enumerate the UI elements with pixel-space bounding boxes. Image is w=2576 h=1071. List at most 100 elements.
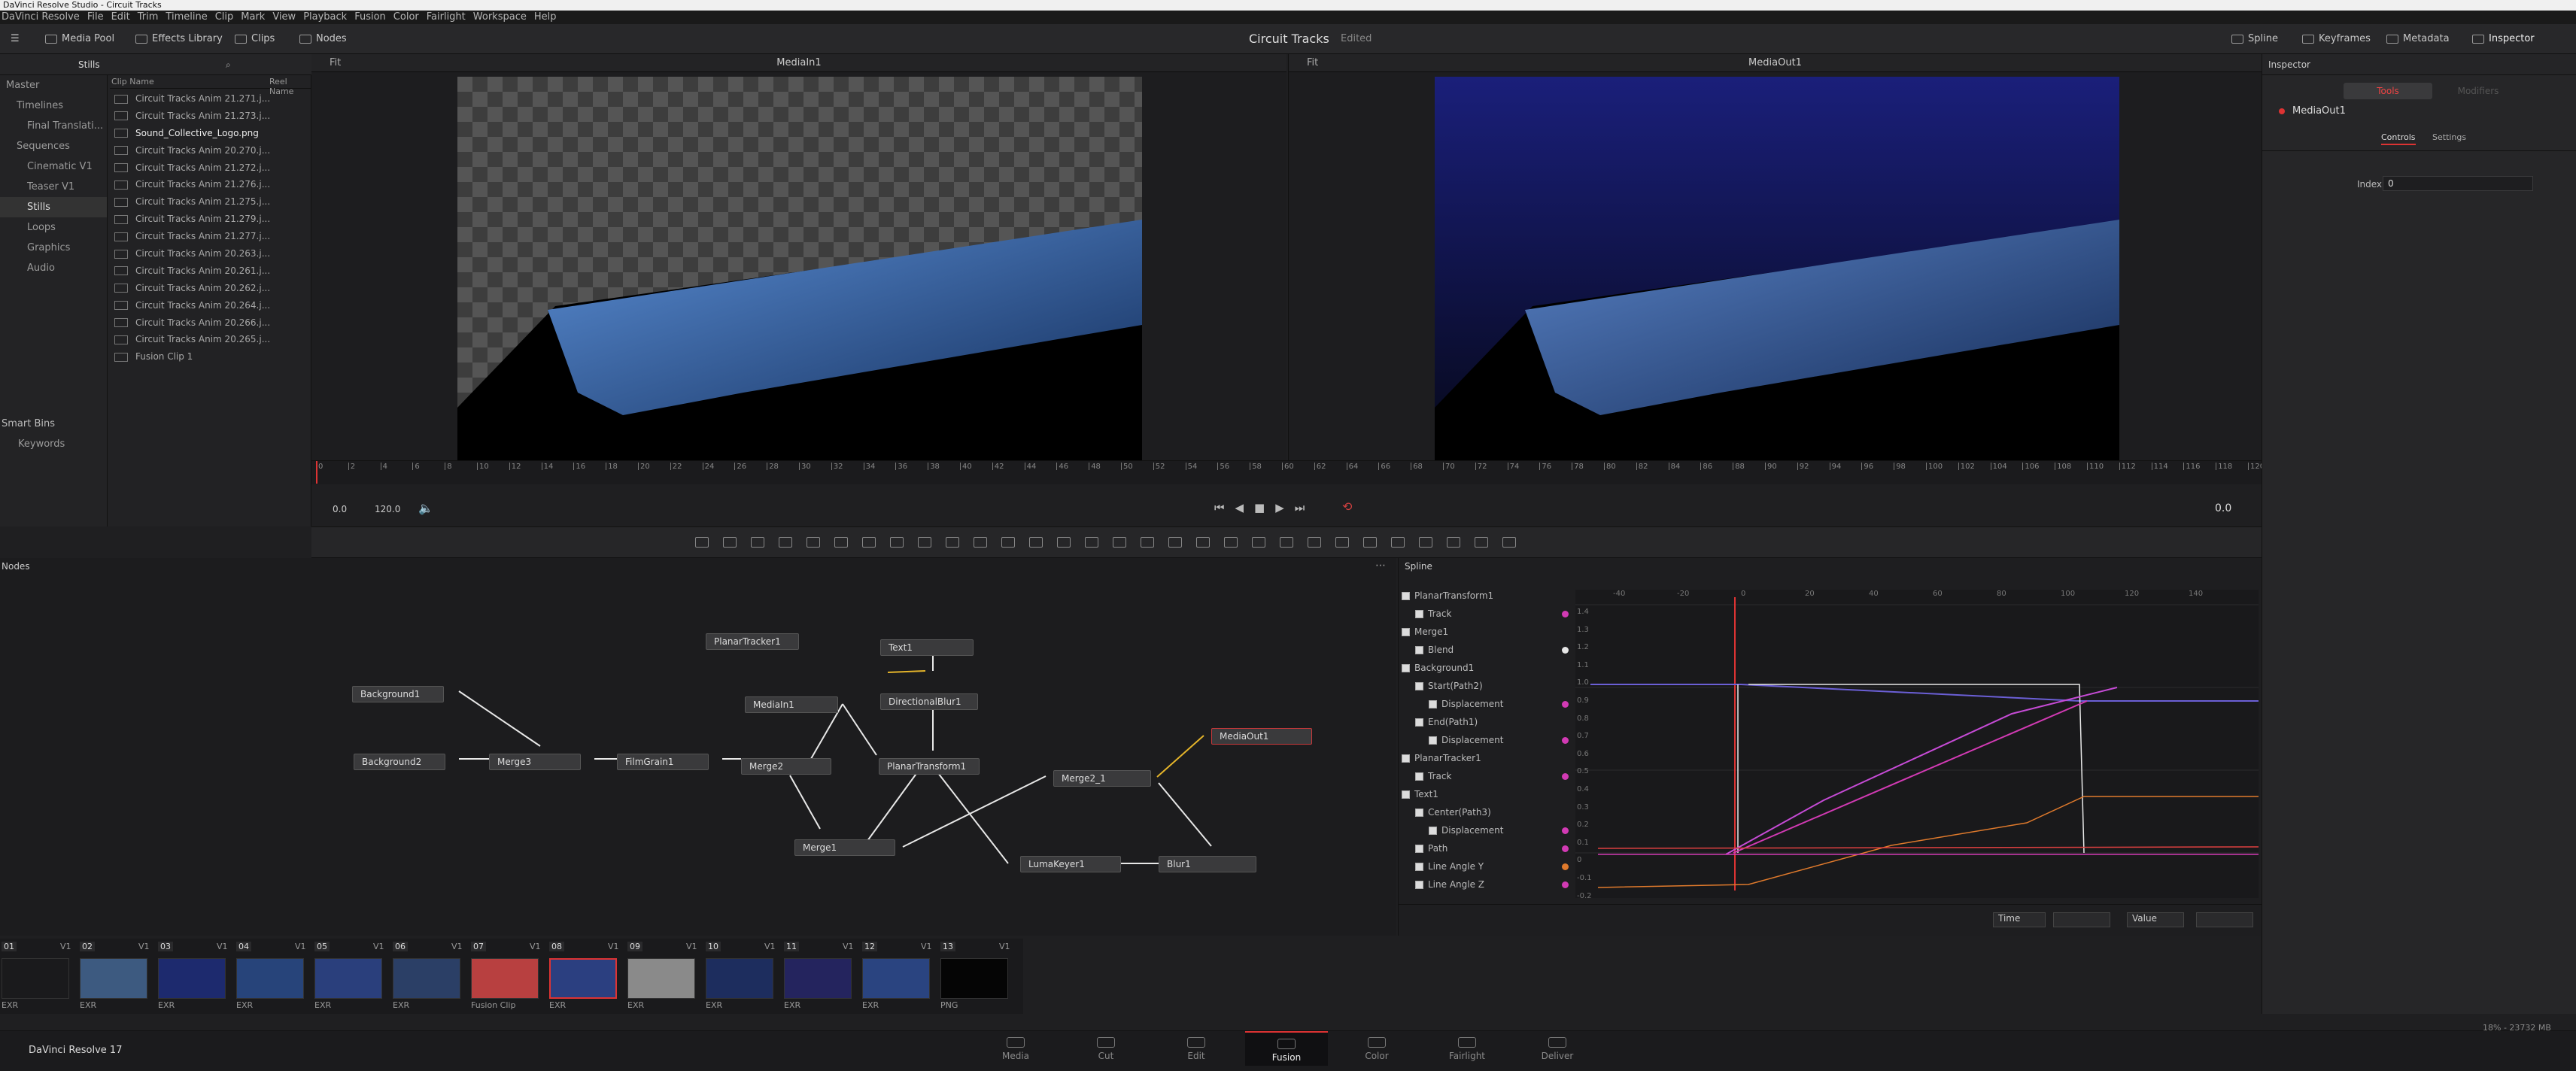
spline-row[interactable]: Line Angle Z (1402, 875, 1573, 894)
spline-checkbox[interactable] (1402, 628, 1410, 636)
fusion-tool-icon[interactable] (1308, 537, 1321, 548)
sidebar-toggle-icon[interactable]: ☰ (11, 24, 20, 54)
spline-checkbox[interactable] (1415, 682, 1423, 690)
fusion-tool-icon[interactable] (1335, 537, 1349, 548)
menu-item-clip[interactable]: Clip (215, 11, 234, 23)
clip-thumbnail[interactable] (471, 958, 539, 999)
fusion-tool-icon[interactable] (1475, 537, 1488, 548)
spline-checkbox[interactable] (1429, 700, 1437, 708)
node-merge3[interactable]: Merge3 (489, 754, 581, 770)
clip-item[interactable]: Circuit Tracks Anim 21.279.j... (108, 211, 311, 228)
time-field[interactable] (2053, 912, 2110, 927)
right-viewer-image[interactable] (1435, 77, 2119, 460)
bin-item[interactable]: Master (0, 75, 107, 96)
node-blur1[interactable]: Blur1 (1159, 856, 1256, 872)
playhead-marker[interactable] (316, 461, 317, 484)
spline-checkbox[interactable] (1402, 754, 1410, 763)
fusion-tool-icon[interactable] (1252, 537, 1265, 548)
clip-thumbnail[interactable] (80, 958, 147, 999)
fusion-tool-icon[interactable] (1057, 537, 1071, 548)
page-tab-media[interactable]: Media (974, 1037, 1057, 1061)
fusion-tool-icon[interactable] (1141, 537, 1154, 548)
spline-checkbox[interactable] (1415, 809, 1423, 817)
clip-item[interactable]: Circuit Tracks Anim 20.270.j... (108, 142, 311, 159)
spline-checkbox[interactable] (1415, 863, 1423, 871)
bin-item[interactable]: Loops (0, 217, 107, 238)
bin-item[interactable]: Graphics (0, 238, 107, 258)
fusion-tool-icon[interactable] (1447, 537, 1460, 548)
fusion-tool-icon[interactable] (1419, 537, 1432, 548)
fusion-tool-icon[interactable] (1029, 537, 1043, 548)
bin-item[interactable]: Final Translati... (0, 116, 107, 136)
node-planartracker1[interactable]: PlanarTracker1 (706, 633, 799, 650)
page-tab-edit[interactable]: Edit (1155, 1037, 1238, 1061)
clip-thumbnail[interactable] (706, 958, 773, 999)
fusion-tool-icon[interactable] (974, 537, 987, 548)
value-dropdown[interactable]: Value (2127, 912, 2184, 927)
spline-button[interactable]: Spline (2231, 24, 2278, 54)
fusion-tool-icon[interactable] (1224, 537, 1238, 548)
spline-checkbox[interactable] (1415, 845, 1423, 853)
inspector-button[interactable]: Inspector (2472, 24, 2535, 54)
page-tab-color[interactable]: Color (1335, 1037, 1418, 1061)
spline-row[interactable]: Line Angle Y (1402, 857, 1573, 875)
frame-ruler[interactable]: 0 2 4 6 8 10 12 14 16 18 20 22 24 26 28 30 32 34 36 38 40 42 4… (311, 460, 2265, 484)
menu-item-playback[interactable]: Playback (303, 11, 347, 23)
keyframes-button[interactable]: Keyframes (2302, 24, 2371, 54)
bin-item[interactable]: Stills (0, 197, 107, 217)
spline-row[interactable]: Text1 (1402, 785, 1573, 803)
index-field[interactable]: 0 (2383, 176, 2533, 191)
node-planartransform1[interactable]: PlanarTransform1 (879, 758, 980, 775)
fusion-tool-icon[interactable] (695, 537, 709, 548)
menu-item-davinci-resolve[interactable]: DaVinci Resolve (2, 11, 80, 23)
clip-thumbnail[interactable] (393, 958, 460, 999)
fusion-tool-icon[interactable] (918, 537, 931, 548)
spline-row[interactable]: Blend (1402, 641, 1573, 659)
clip-item[interactable]: Circuit Tracks Anim 20.266.j... (108, 314, 311, 332)
spline-checkbox[interactable] (1415, 718, 1423, 727)
spline-row[interactable]: Displacement (1402, 731, 1573, 749)
node-text1[interactable]: Text1 (880, 639, 974, 656)
fusion-tool-icon[interactable] (1196, 537, 1210, 548)
menu-item-mark[interactable]: Mark (241, 11, 265, 23)
spline-checkbox[interactable] (1429, 827, 1437, 835)
page-tab-deliver[interactable]: Deliver (1516, 1037, 1599, 1061)
node-lumakeyer1[interactable]: LumaKeyer1 (1020, 856, 1121, 872)
node-merge2[interactable]: Merge2 (741, 758, 831, 775)
spline-checkbox[interactable] (1415, 772, 1423, 781)
clips-button[interactable]: Clips (235, 24, 275, 54)
spline-row[interactable]: PlanarTracker1 (1402, 749, 1573, 767)
fusion-tool-icon[interactable] (807, 537, 820, 548)
fusion-tool-icon[interactable] (1280, 537, 1293, 548)
node-background2[interactable]: Background2 (354, 754, 445, 770)
page-tab-fusion[interactable]: Fusion (1245, 1031, 1328, 1066)
fusion-tool-icon[interactable] (751, 537, 764, 548)
spline-row[interactable]: Start(Path2) (1402, 677, 1573, 695)
fusion-tool-icon[interactable] (1085, 537, 1098, 548)
fusion-tool-icon[interactable] (779, 537, 792, 548)
spline-row[interactable]: Displacement (1402, 821, 1573, 839)
clip-thumbnail[interactable] (158, 958, 226, 999)
node-background1[interactable]: Background1 (352, 686, 444, 702)
clip-item[interactable]: Fusion Clip 1 (108, 348, 311, 366)
clip-thumbnail[interactable] (236, 958, 304, 999)
clip-thumbnail[interactable] (549, 958, 617, 999)
media-pool-button[interactable]: Media Pool (45, 24, 114, 54)
clip-thumbnail[interactable] (784, 958, 852, 999)
spline-row[interactable]: Displacement (1402, 695, 1573, 713)
clip-thumbnail[interactable] (940, 958, 1008, 999)
clip-item[interactable]: Circuit Tracks Anim 20.263.j... (108, 245, 311, 262)
bin-item[interactable]: Audio (0, 258, 107, 278)
clip-item[interactable]: Circuit Tracks Anim 20.261.j... (108, 262, 311, 280)
menu-item-edit[interactable]: Edit (111, 11, 130, 23)
bin-item[interactable]: Sequences (0, 136, 107, 156)
spline-graph[interactable]: -40 -20 0 20 40 60 80 100 120 140 1.4 1.3 1.2 1.1 1.0 0… (1575, 590, 2259, 900)
menu-item-view[interactable]: View (272, 11, 296, 23)
clip-item[interactable]: Circuit Tracks Anim 21.273.j... (108, 108, 311, 125)
bin-item[interactable]: Cinematic V1 (0, 156, 107, 177)
fusion-tool-icon[interactable] (1502, 537, 1516, 548)
fusion-tool-icon[interactable] (723, 537, 737, 548)
node-mediain1[interactable]: MediaIn1 (745, 696, 838, 713)
fusion-tool-icon[interactable] (1001, 537, 1015, 548)
fusion-tool-icon[interactable] (834, 537, 848, 548)
